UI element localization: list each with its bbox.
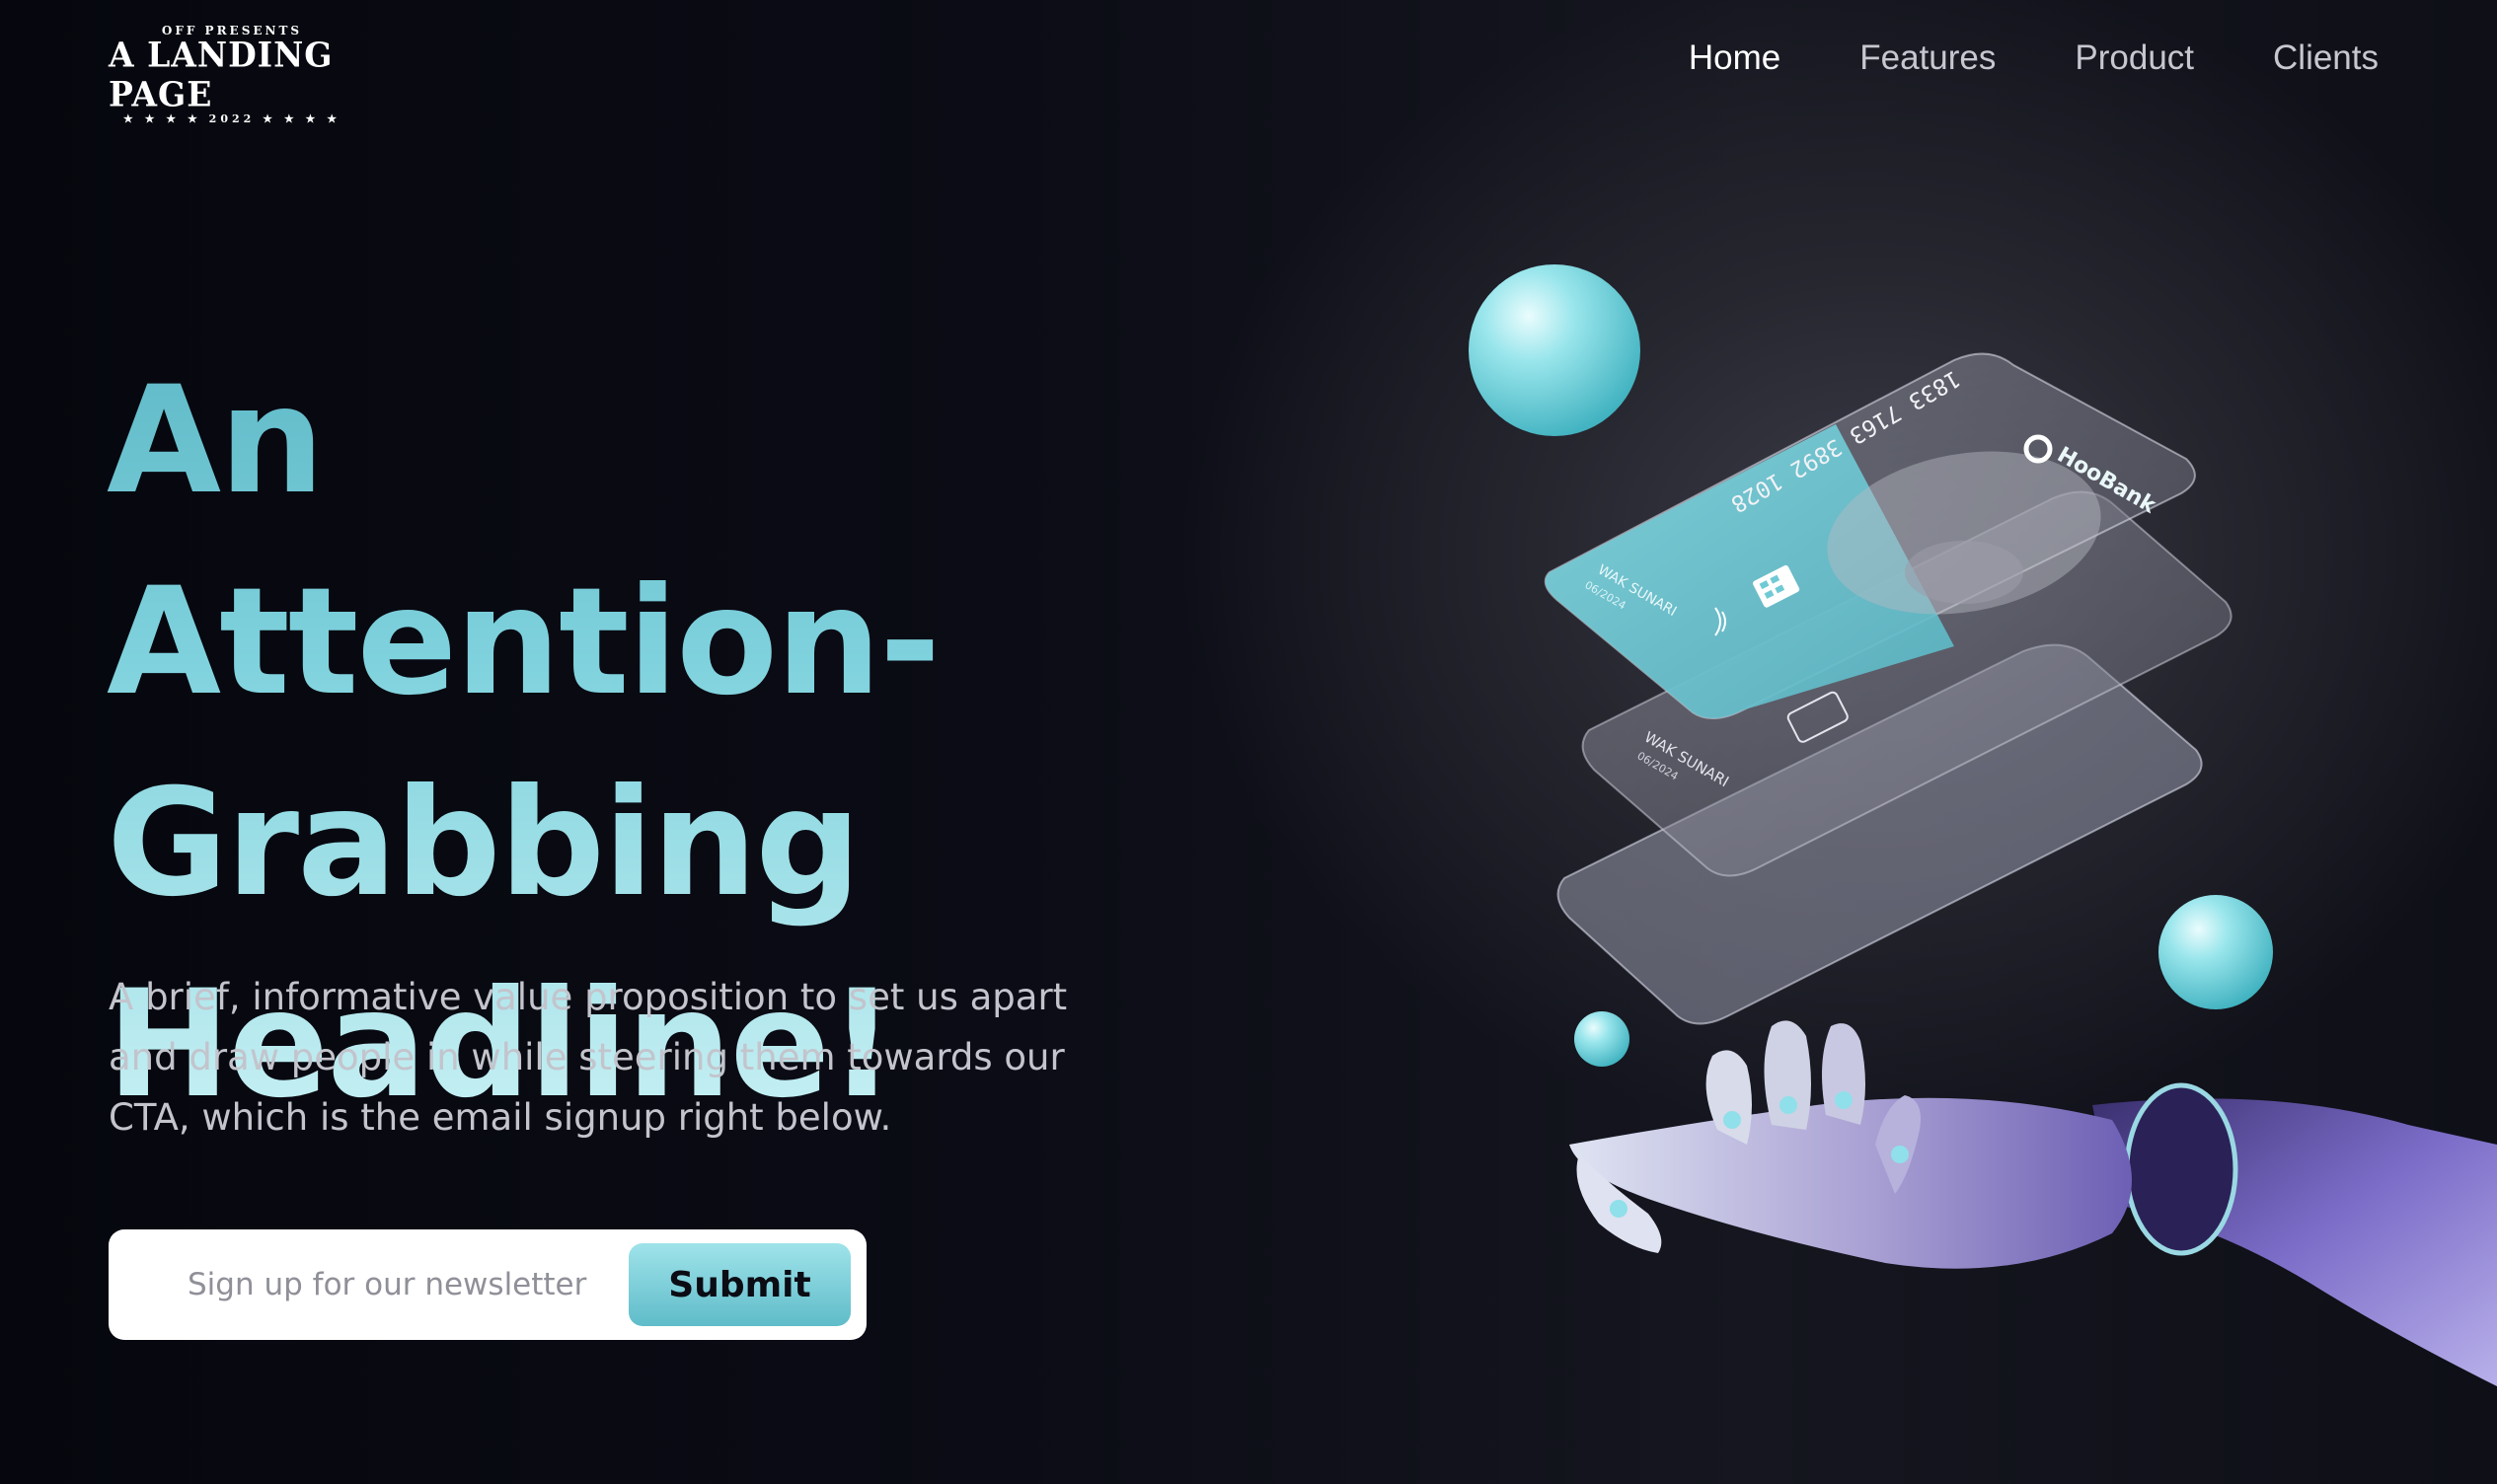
value-proposition: A brief, informative value proposition t… <box>109 976 1068 1139</box>
large-sphere <box>1469 264 1640 436</box>
landing-page: OFF PRESENTS A LANDING PAGE ★ ★ ★ ★ 2022… <box>0 0 2497 1484</box>
nav-home[interactable]: Home <box>1689 34 1780 83</box>
robot-finger-3 <box>1822 1023 1865 1125</box>
robotic-hand <box>1569 1020 2497 1386</box>
medium-sphere <box>2158 895 2273 1009</box>
headline-line-1: An Attention- <box>107 355 940 728</box>
finger-joint-4 <box>1891 1146 1909 1163</box>
nav-features[interactable]: Features <box>1859 34 1996 83</box>
card-emboss-inner <box>1905 541 2023 604</box>
thumb-joint <box>1610 1200 1627 1218</box>
nav-product[interactable]: Product <box>2075 34 2194 83</box>
logo-title: A LANDING PAGE <box>109 35 334 114</box>
finger-joint-1 <box>1723 1111 1741 1129</box>
headline-line-2: Grabbing <box>107 758 860 929</box>
finger-joint-3 <box>1835 1091 1853 1109</box>
newsletter-signup-form: Submit <box>109 1229 867 1340</box>
hero-illustration: WAK SUNARI 06/2024 1833 7163 3892 1028 H… <box>1421 237 2497 1484</box>
logo-year-stars: ★ ★ ★ ★ 2022 ★ ★ ★ ★ <box>122 112 341 125</box>
finger-joint-2 <box>1779 1096 1797 1114</box>
brand-logo[interactable]: OFF PRESENTS A LANDING PAGE ★ ★ ★ ★ 2022… <box>109 24 355 125</box>
main-nav: Home Features Product Clients <box>1689 34 2379 83</box>
nav-clients[interactable]: Clients <box>2273 34 2379 83</box>
newsletter-email-input[interactable] <box>188 1267 629 1302</box>
small-sphere <box>1574 1011 1629 1067</box>
submit-button[interactable]: Submit <box>629 1243 851 1326</box>
hero-illustration-svg: WAK SUNARI 06/2024 1833 7163 3892 1028 H… <box>1469 264 2497 1386</box>
robotic-wrist-joint <box>2124 1082 2238 1256</box>
